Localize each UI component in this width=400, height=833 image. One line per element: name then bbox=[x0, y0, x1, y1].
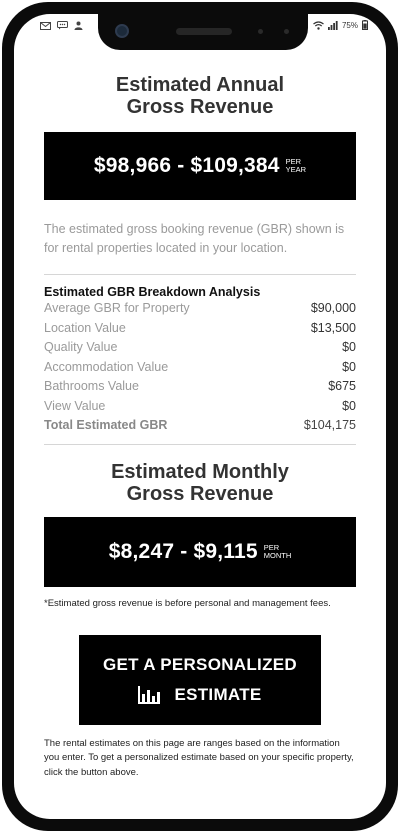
breakdown-value: $90,000 bbox=[310, 301, 356, 315]
fees-note: *Estimated gross revenue is before perso… bbox=[44, 597, 331, 609]
battery-percent: 75% bbox=[341, 20, 358, 30]
annual-revenue-box: $98,966 - $109,384 PER YEAR bbox=[44, 132, 356, 200]
cta-label-row: ESTIMATE bbox=[79, 685, 321, 705]
cta-label-line1: GET A PERSONALIZED bbox=[103, 654, 297, 674]
breakdown-value: $0 bbox=[342, 340, 356, 354]
sensor-dot bbox=[258, 29, 263, 34]
breakdown-title: Estimated GBR Breakdown Analysis bbox=[44, 285, 261, 299]
breakdown-row: Bathrooms Value $675 bbox=[44, 377, 356, 397]
breakdown-label: Location Value bbox=[44, 320, 126, 335]
front-camera bbox=[115, 24, 129, 38]
breakdown-row: Quality Value $0 bbox=[44, 338, 356, 358]
annual-revenue-title: Estimated Annual Gross Revenue bbox=[44, 74, 356, 118]
person-icon bbox=[74, 21, 83, 30]
status-bar-left bbox=[40, 21, 83, 30]
speaker-grille bbox=[176, 28, 232, 35]
phone-screen: 75% Estimated Annual Gross Revenue $98,9… bbox=[14, 14, 386, 819]
bar-chart-icon bbox=[138, 685, 161, 704]
divider bbox=[44, 274, 356, 275]
annual-title-line2: Gross Revenue bbox=[126, 96, 274, 118]
breakdown-list: Average GBR for Property $90,000 Locatio… bbox=[44, 299, 356, 436]
annual-revenue-unit: PER YEAR bbox=[286, 158, 306, 174]
breakdown-label: View Value bbox=[44, 398, 106, 413]
cta-label-line2: ESTIMATE bbox=[174, 684, 262, 704]
breakdown-row: Average GBR for Property $90,000 bbox=[44, 299, 356, 319]
breakdown-row: Location Value $13,500 bbox=[44, 319, 356, 339]
annual-unit-line2: YEAR bbox=[285, 165, 307, 174]
status-bar-right: 75% bbox=[313, 20, 368, 30]
camera-notch bbox=[98, 14, 308, 50]
monthly-unit-line2: MONTH bbox=[263, 550, 292, 560]
message-icon bbox=[57, 21, 68, 30]
breakdown-label: Accommodation Value bbox=[44, 359, 169, 374]
breakdown-total-row: Total Estimated GBR $104,175 bbox=[44, 416, 356, 436]
monthly-revenue-box: $8,247 - $9,115 PER MONTH bbox=[44, 516, 356, 587]
monthly-revenue-range: $8,247 - $9,115 bbox=[108, 539, 258, 563]
breakdown-total-label: Total Estimated GBR bbox=[44, 418, 168, 432]
monthly-revenue-title: Estimated Monthly Gross Revenue bbox=[44, 461, 356, 505]
breakdown-row: Accommodation Value $0 bbox=[44, 358, 356, 378]
breakdown-label: Bathrooms Value bbox=[44, 379, 139, 393]
annual-title-line1: Estimated Annual bbox=[115, 74, 285, 96]
wifi-icon bbox=[313, 20, 324, 30]
breakdown-label: Average GBR for Property bbox=[44, 301, 190, 315]
monthly-title-line2: Gross Revenue bbox=[126, 482, 274, 505]
battery-icon bbox=[362, 20, 368, 30]
phone-frame: 75% Estimated Annual Gross Revenue $98,9… bbox=[2, 2, 398, 831]
breakdown-row: View Value $0 bbox=[44, 397, 356, 417]
annual-revenue-range: $98,966 - $109,384 bbox=[93, 154, 280, 177]
mail-icon bbox=[40, 21, 51, 30]
footer-disclaimer: The rental estimates on this page are ra… bbox=[44, 737, 354, 778]
breakdown-value: $675 bbox=[328, 379, 356, 393]
personalized-estimate-button[interactable]: GET A PERSONALIZED ESTIMATE bbox=[79, 634, 321, 725]
breakdown-label: Quality Value bbox=[44, 340, 118, 354]
sensor-dot bbox=[284, 29, 289, 34]
divider bbox=[44, 443, 356, 445]
breakdown-value: $0 bbox=[342, 398, 356, 413]
estimate-content: Estimated Annual Gross Revenue $98,966 -… bbox=[44, 74, 356, 780]
breakdown-total-value: $104,175 bbox=[303, 418, 356, 432]
monthly-title-line1: Estimated Monthly bbox=[111, 460, 289, 483]
signal-icon bbox=[327, 20, 338, 30]
breakdown-value: $0 bbox=[342, 359, 356, 374]
gbr-description: The estimated gross booking revenue (GBR… bbox=[44, 222, 345, 255]
monthly-revenue-unit: PER MONTH bbox=[263, 543, 292, 560]
breakdown-value: $13,500 bbox=[310, 320, 356, 335]
